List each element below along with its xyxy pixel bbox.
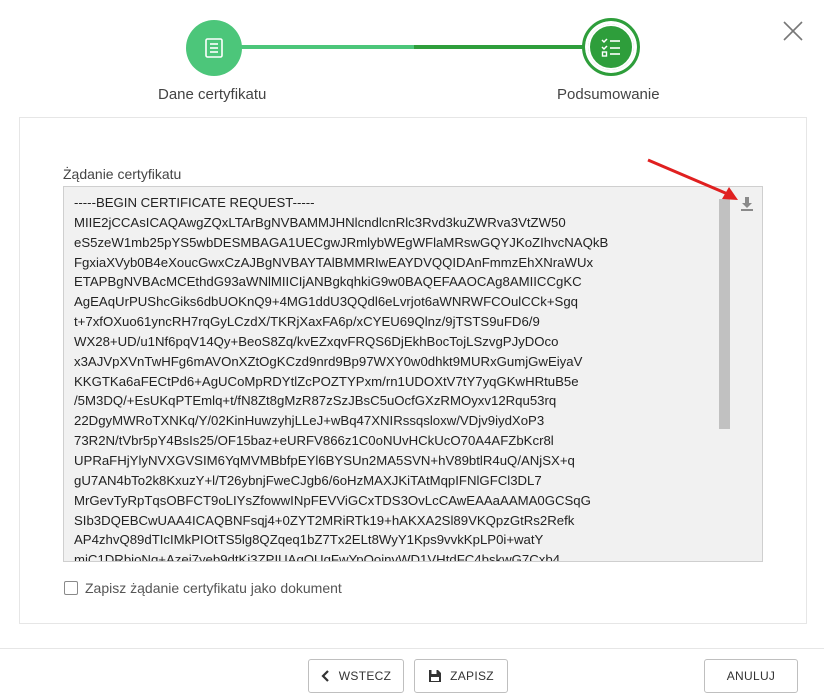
stepper-line-active: [414, 45, 594, 49]
save-as-document-option[interactable]: Zapisz żądanie certyfikatu jako dokument: [64, 580, 342, 596]
csr-line: ETAPBgNVBAcMCEthdG93aWNlMIICIjANBgkqhkiG…: [74, 274, 582, 290]
csr-field-label: Żądanie certyfikatu: [63, 166, 182, 182]
annotation-arrow: [647, 158, 738, 200]
csr-textarea[interactable]: -----BEGIN CERTIFICATE REQUEST----- MIIE2…: [63, 186, 763, 562]
save-icon: [428, 669, 442, 683]
step-1-circle[interactable]: [186, 20, 242, 76]
csr-line: eS5zeW1mb25pYS5wbDESMBAGA1UECgwJRmlybWEg…: [74, 234, 609, 250]
csr-line: MIIE2jCCAsICAQAwgZQxLTArBgNVBAMMJHNlcndl…: [74, 214, 566, 230]
chevron-left-icon: [321, 670, 331, 682]
save-button[interactable]: ZAPISZ: [414, 659, 508, 693]
csr-line: gU7AN4bTo2k8KxuzY+l/T26ybnjFweCJgb6/6oHz…: [74, 472, 542, 488]
save-as-document-label: Zapisz żądanie certyfikatu jako dokument: [85, 580, 342, 596]
csr-line: UPRaFHjYlyNVXGVSIM6YqMVMBbfpEYl6BYSUn2MA…: [74, 452, 575, 468]
csr-line: /5M3DQ/+EsUKqPTEmlq+t/fN8Zt8gMzR87zSzJBs…: [74, 393, 557, 409]
csr-line: AgEAqUrPUShcGiks6dbUOKnQ9+4MG1ddU3QQdl6e…: [74, 294, 579, 310]
save-button-label: ZAPISZ: [450, 669, 494, 683]
csr-text: -----BEGIN CERTIFICATE REQUEST----- MIIE2…: [74, 193, 712, 562]
csr-line: MrGevTyRpTqsOBFCT9oLIYsZfowwINpFEVViGCxT…: [74, 492, 591, 508]
csr-line: SIb3DQEBCwUAA4ICAQBNFsqj4+0ZYT2MRiRTk19+…: [74, 512, 575, 528]
back-button-label: WSTECZ: [338, 669, 392, 683]
csr-line: 73R2N/tVbr5pY4BsIs25/OF15baz+eURFV866z1C…: [74, 433, 554, 449]
close-icon[interactable]: [780, 18, 806, 44]
csr-line: -----BEGIN CERTIFICATE REQUEST-----: [74, 195, 315, 210]
csr-line: FgxiaXVyb0B4eXoucGwxCzAJBgNVBAYTAlBMMRIw…: [74, 254, 594, 270]
step-2-circle[interactable]: [582, 18, 640, 76]
stepper-line-completed: [238, 45, 416, 49]
back-button[interactable]: WSTECZ: [308, 659, 404, 693]
csr-line: WX28+UD/u1Nf6pqV14Qy+BeoS8Zq/kvEZxqvFRQS…: [74, 333, 559, 349]
save-as-document-checkbox[interactable]: [64, 581, 78, 595]
csr-line: t+7xfOXuo61yncRH7rqGyLCzdX/TKRjXaxFA6p/x…: [74, 314, 540, 330]
step-2-label: Podsumowanie: [557, 86, 660, 103]
csr-line: x3AJVpXVnTwHFg6mAVOnXZtOgKCzd9nrd9Bp97WX…: [74, 353, 583, 369]
csr-line: 22DgyMWRoTXNKq/Y/02KinHuwzyhjLLeJ+wBq47X…: [74, 413, 545, 429]
cancel-button[interactable]: ANULUJ: [704, 659, 798, 693]
footer-divider: [0, 648, 824, 649]
csr-line: KKGTKa6aFECtPd6+AgUCoMpRDYtlZcPOZTYPxm/r…: [74, 373, 579, 389]
csr-line: AP4zhvQ89dTIcIMkPIOtTS5lg8QZqeq1bZ7Tx2EL…: [74, 532, 544, 548]
csr-line: miC1DRbioNq+Azei7yeb9dtKi3ZPIUAqOUgFwYpO…: [74, 552, 561, 562]
cancel-button-label: ANULUJ: [726, 669, 776, 683]
step-1-label: Dane certyfikatu: [158, 86, 267, 103]
checklist-icon: [601, 38, 620, 57]
list-form-icon: [205, 38, 223, 58]
certificate-request-dialog: Dane certyfikatu Podsumowanie Żądanie ce…: [0, 0, 824, 700]
scrollbar-thumb[interactable]: [719, 199, 730, 429]
